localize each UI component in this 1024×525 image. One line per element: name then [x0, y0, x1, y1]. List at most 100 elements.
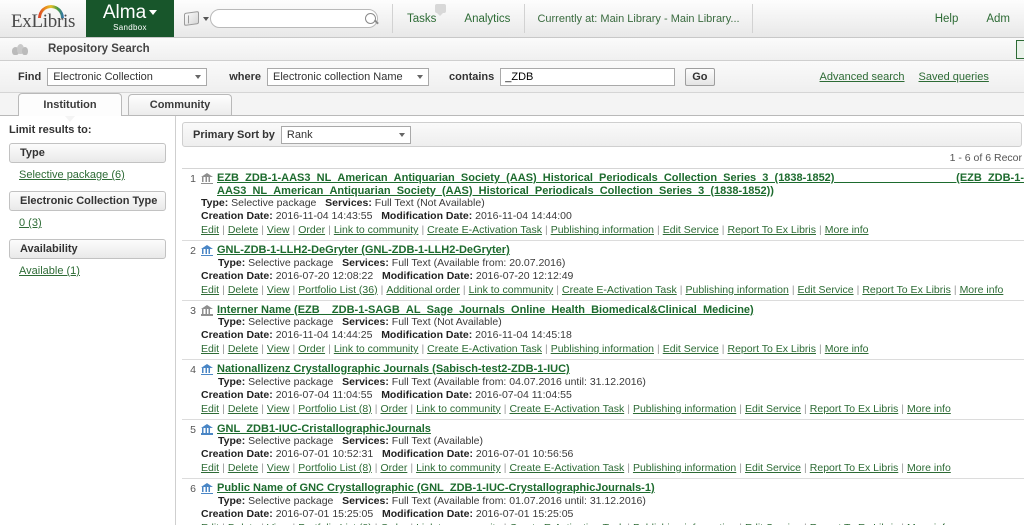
result-title-link[interactable]: Public Name of GNC Crystallographic (GNL… [217, 482, 655, 495]
tab-institution[interactable]: Institution [18, 93, 122, 122]
action-report-to-ex-libris[interactable]: Report To Ex Libris [862, 284, 951, 296]
action-edit-service[interactable]: Edit Service [745, 462, 801, 474]
nav-analytics[interactable]: Analytics [450, 13, 524, 25]
exlibris-logo[interactable]: ExLibris [0, 0, 86, 37]
action-delete[interactable]: Delete [228, 343, 258, 355]
action-delete[interactable]: Delete [228, 224, 258, 236]
facet-header-availability[interactable]: Availability [9, 239, 166, 259]
action-view[interactable]: View [267, 462, 290, 474]
nav-help[interactable]: Help [921, 13, 973, 25]
action-more-info[interactable]: More info [907, 403, 951, 415]
action-create-e-activation-task[interactable]: Create E-Activation Task [509, 522, 624, 525]
action-more-info[interactable]: More info [907, 462, 951, 474]
action-view[interactable]: View [267, 343, 290, 355]
search-scope-selector[interactable] [184, 10, 209, 27]
action-more-info[interactable]: More info [960, 284, 1004, 296]
action-link-to-community[interactable]: Link to community [334, 224, 419, 236]
action-order[interactable]: Order [381, 403, 408, 415]
facet-header-type[interactable]: Type [9, 143, 166, 163]
go-button[interactable]: Go [685, 67, 715, 86]
action-view[interactable]: View [267, 284, 290, 296]
primary-sort-select[interactable]: Rank [280, 125, 411, 144]
result-title-link[interactable]: GNL-ZDB-1-LLH2-DeGryter (GNL-ZDB-1-LLH2-… [217, 244, 510, 257]
action-edit-service[interactable]: Edit Service [745, 403, 801, 415]
facet-item-available[interactable]: Available (1) [19, 265, 80, 277]
chevron-down-icon[interactable] [149, 10, 158, 16]
action-report-to-ex-libris[interactable]: Report To Ex Libris [810, 403, 899, 415]
action-delete[interactable]: Delete [228, 522, 258, 525]
action-delete[interactable]: Delete [228, 284, 258, 296]
saved-queries-link[interactable]: Saved queries [919, 71, 989, 83]
action-edit[interactable]: Edit [201, 284, 219, 296]
action-create-e-activation-task[interactable]: Create E-Activation Task [509, 462, 624, 474]
action-create-e-activation-task[interactable]: Create E-Activation Task [562, 284, 677, 296]
action-edit-service[interactable]: Edit Service [663, 343, 719, 355]
action-link-to-community[interactable]: Link to community [416, 462, 501, 474]
action-edit[interactable]: Edit [201, 403, 219, 415]
current-location-label[interactable]: Currently at: Main Library - Main Librar… [525, 0, 751, 37]
action-report-to-ex-libris[interactable]: Report To Ex Libris [810, 462, 899, 474]
action-portfolio-list-8[interactable]: Portfolio List (8) [298, 522, 372, 525]
action-delete[interactable]: Delete [228, 462, 258, 474]
action-portfolio-list-8[interactable]: Portfolio List (8) [298, 403, 372, 415]
result-title-link[interactable]: Interner Name (EZB__ZDB-1-SAGB_AL_Sage_J… [217, 304, 754, 317]
tab-community[interactable]: Community [128, 94, 232, 115]
find-select[interactable]: Electronic Collection [47, 67, 208, 86]
advanced-search-link[interactable]: Advanced search [820, 71, 905, 83]
action-link-to-community[interactable]: Link to community [469, 284, 554, 296]
action-order[interactable]: Order [298, 224, 325, 236]
action-publishing-information[interactable]: Publishing information [633, 462, 736, 474]
action-delete[interactable]: Delete [228, 403, 258, 415]
where-select[interactable]: Electronic collection Name [267, 67, 430, 86]
result-title-link[interactable]: EZB_ZDB-1-AAS3_NL_American_Antiquarian_S… [217, 172, 1024, 197]
global-search-input[interactable] [219, 11, 365, 26]
action-more-info[interactable]: More info [907, 522, 951, 525]
institution-icon-blue [201, 245, 213, 256]
action-order[interactable]: Order [298, 343, 325, 355]
nav-tasks[interactable]: Tasks [393, 3, 450, 25]
action-edit[interactable]: Edit [201, 343, 219, 355]
action-portfolio-list-36[interactable]: Portfolio List (36) [298, 284, 377, 296]
action-edit-service[interactable]: Edit Service [798, 284, 854, 296]
action-view[interactable]: View [267, 522, 290, 525]
result-title-link[interactable]: GNL_ZDB1-IUC-CristallographicJournals [217, 423, 431, 436]
action-more-info[interactable]: More info [825, 343, 869, 355]
action-order[interactable]: Order [381, 462, 408, 474]
action-order[interactable]: Order [381, 522, 408, 525]
action-create-e-activation-task[interactable]: Create E-Activation Task [509, 403, 624, 415]
action-report-to-ex-libris[interactable]: Report To Ex Libris [728, 343, 817, 355]
action-additional-order[interactable]: Additional order [386, 284, 460, 296]
action-publishing-information[interactable]: Publishing information [633, 522, 736, 525]
action-publishing-information[interactable]: Publishing information [686, 284, 789, 296]
global-search-box[interactable] [210, 9, 378, 28]
facet-item-selective-package[interactable]: Selective package (6) [19, 169, 125, 181]
alma-home-button[interactable]: Alma Sandbox [86, 0, 174, 37]
action-edit[interactable]: Edit [201, 462, 219, 474]
action-report-to-ex-libris[interactable]: Report To Ex Libris [728, 224, 817, 236]
action-portfolio-list-8[interactable]: Portfolio List (8) [298, 462, 372, 474]
action-view[interactable]: View [267, 224, 290, 236]
action-publishing-information[interactable]: Publishing information [551, 343, 654, 355]
chevron-down-icon[interactable] [203, 16, 209, 21]
nav-admin[interactable]: Adm [972, 13, 1024, 25]
action-publishing-information[interactable]: Publishing information [551, 224, 654, 236]
action-report-to-ex-libris[interactable]: Report To Ex Libris [810, 522, 899, 525]
facet-item-zero[interactable]: 0 (3) [19, 217, 42, 229]
facet-header-electronic-collection-type[interactable]: Electronic Collection Type [9, 191, 166, 211]
action-link-to-community[interactable]: Link to community [416, 522, 501, 525]
action-link-to-community[interactable]: Link to community [416, 403, 501, 415]
action-view[interactable]: View [267, 403, 290, 415]
action-more-info[interactable]: More info [825, 224, 869, 236]
action-create-e-activation-task[interactable]: Create E-Activation Task [427, 343, 542, 355]
search-icon[interactable] [365, 13, 376, 24]
action-edit[interactable]: Edit [201, 224, 219, 236]
side-panel-toggle[interactable] [1016, 40, 1024, 59]
action-edit[interactable]: Edit [201, 522, 219, 525]
action-create-e-activation-task[interactable]: Create E-Activation Task [427, 224, 542, 236]
action-edit-service[interactable]: Edit Service [663, 224, 719, 236]
action-link-to-community[interactable]: Link to community [334, 343, 419, 355]
action-publishing-information[interactable]: Publishing information [633, 403, 736, 415]
action-edit-service[interactable]: Edit Service [745, 522, 801, 525]
result-title-link[interactable]: Nationallizenz Crystallographic Journals… [217, 363, 570, 376]
search-term-input[interactable] [500, 67, 676, 86]
